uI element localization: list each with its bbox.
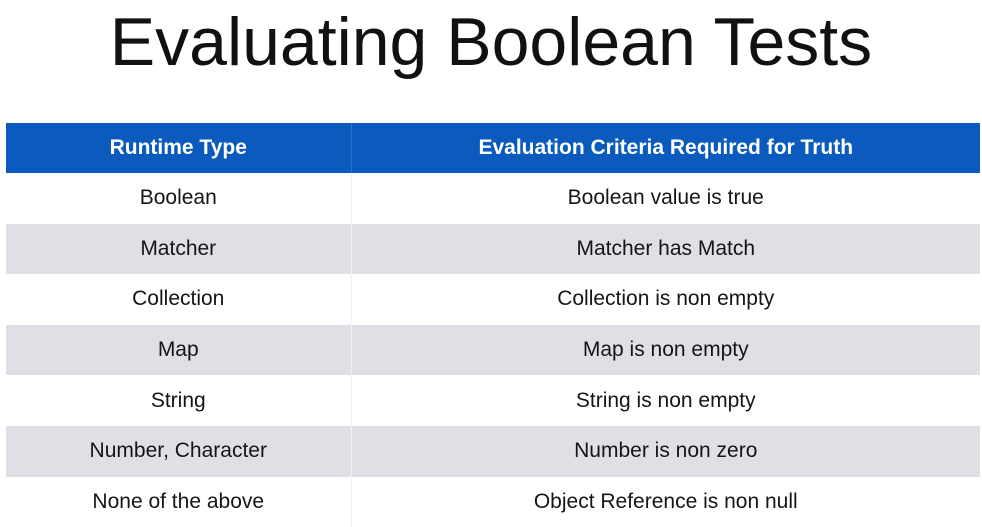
header-runtime-type: Runtime Type [6,123,352,173]
table-row: Number, Character Number is non zero [6,425,980,477]
slide-title: Evaluating Boolean Tests [109,4,873,80]
table-header-row: Runtime Type Evaluation Criteria Require… [6,123,980,173]
criteria-cell: Collection is non empty [557,287,775,311]
runtime-type-cell: Map [6,324,352,376]
criteria-cell: Number is non zero [351,425,980,477]
table-row: Boolean Boolean value is true [6,173,980,224]
criteria-cell: Matcher has Match [351,223,980,275]
runtime-type-cell: None of the above [6,476,352,527]
runtime-type-cell: Boolean [6,173,352,224]
table-row: Collection Collection is non empty [6,274,980,325]
boolean-evaluation-table: Runtime Type Evaluation Criteria Require… [6,123,980,527]
criteria-cell: String is non empty [575,388,756,412]
runtime-type-cell: Number, Character [6,425,352,477]
criteria-cell: Map is non empty [351,324,980,376]
runtime-type-cell: String [6,375,352,426]
table-row: Matcher Matcher has Match [6,223,980,275]
table-row: None of the above Object Reference is non… [6,476,980,527]
criteria-cell: Object Reference is non null [533,489,798,513]
criteria-cell: Boolean value is true [567,186,764,210]
runtime-type-cell: Collection [6,274,352,325]
table-row: Map Map is non empty [6,324,980,376]
table-row: String String is non empty [6,375,980,426]
header-evaluation-criteria: Evaluation Criteria Required for Truth [351,123,980,173]
runtime-type-cell: Matcher [6,223,352,275]
